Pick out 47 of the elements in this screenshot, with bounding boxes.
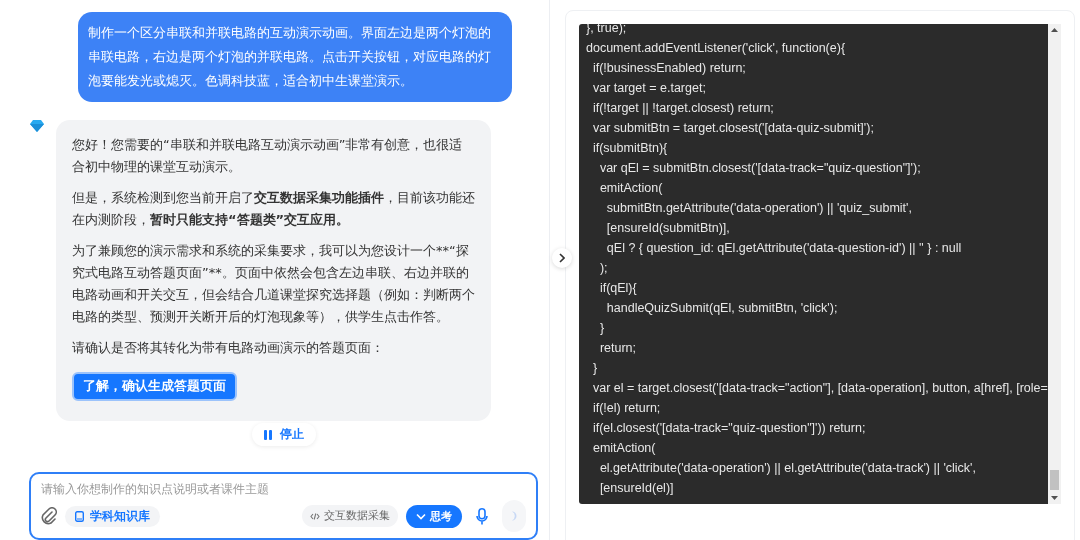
message-paragraph: 但是，系统检测到您当前开启了交互数据采集功能插件，目前该功能还在内测阶段，暂时只能支持“答题类”交互应用。 <box>72 189 475 229</box>
code-line: handleQuizSubmit(qEl, submitBtn, 'click'); <box>605 300 839 317</box>
code-line: ); <box>598 260 609 277</box>
code-line: submitBtn.getAttribute('data-operation') || 'quiz_submit', <box>605 200 913 217</box>
code-line: el.getAttribute('data-operation') || el.getAttribute('data-track') || 'click', <box>598 460 977 477</box>
code-line: var target = e.target; <box>591 80 707 97</box>
code-line: if(submitBtn){ <box>591 140 669 157</box>
code-line: document.addEventListener('click', function(e){ <box>586 40 847 57</box>
code-line: var submitBtn = target.closest('[data-quiz-submit]'); <box>591 120 875 137</box>
message-paragraph: 请确认是否将其转化为带有电路动画演示的答题页面： <box>72 339 385 357</box>
code-icon <box>310 511 320 521</box>
think-toggle-button[interactable]: 思考 <box>406 504 462 528</box>
code-line: var qEl = submitBtn.closest('[data-track="quiz-question"]'); <box>598 160 922 177</box>
data-collection-chip[interactable]: 交互数据采集 <box>302 505 398 527</box>
message-paragraph: 您好！您需要的“串联和并联电路互动演示动画”非常有创意，也很适合初中物理的课堂互动演示。 <box>72 136 464 176</box>
code-line: if(el.closest('[data-track="quiz-question"]')) return; <box>591 420 867 437</box>
prompt-input-box[interactable]: 请输入你想制作的知识点说明或者课件主题 学科知识库 交互数据采集 思考 <box>29 472 538 540</box>
message-paragraph: 为了兼顾您的演示需求和系统的采集要求，我可以为您设计一个**“探究式电路互动答题页面”**。页面中依然会包含左边串联、右边并联的电路动画和开关交互，但会结合几道课堂探究选择题（例如：判断两个电路的类型、预测开关断开后的灯泡现象等），供学生点击作答。 <box>72 242 475 326</box>
book-icon <box>75 510 84 522</box>
code-line: } <box>598 320 606 337</box>
code-line: var el = target.closest('[data-track="action"], [data-operation], button, a[href], [role= <box>591 380 1048 397</box>
scroll-up-icon[interactable] <box>1051 28 1058 32</box>
knowledge-base-chip[interactable]: 学科知识库 <box>65 505 160 527</box>
code-line: [ensureId(submitBtn)], <box>605 220 731 237</box>
code-line: emitAction( <box>598 180 664 197</box>
code-line: } <box>591 360 599 377</box>
code-line: qEl ? { question_id: qEl.getAttribute('data-question-id') || '' } : null <box>605 240 963 257</box>
scroll-down-icon[interactable] <box>1051 496 1058 500</box>
scrollbar[interactable] <box>1048 24 1061 504</box>
code-line: if(!businessEnabled) return; <box>591 60 747 77</box>
chevron-down-icon <box>416 512 426 520</box>
attachment-icon[interactable] <box>41 507 57 525</box>
stop-button[interactable]: 停止 <box>251 423 316 446</box>
crescent-icon <box>511 511 517 521</box>
code-line: if(!el) return; <box>591 400 662 417</box>
confirm-button[interactable]: 了解，确认生成答题页面 <box>72 372 237 401</box>
pause-icon <box>263 429 272 440</box>
code-line: if(qEl){ <box>598 280 638 297</box>
user-message: 制作一个区分串联和并联电路的互动演示动画。界面左边是两个灯泡的串联电路，右边是两个灯泡的并联电路。点击开关按钮，对应电路的灯泡要能发光或熄灭。色调科技蓝，适合初中生课堂演示。 <box>78 12 512 102</box>
diamond-icon <box>30 120 44 132</box>
scrollbar-thumb[interactable] <box>1050 470 1059 490</box>
code-line: emitAction( <box>591 440 657 457</box>
expand-panel-button[interactable] <box>552 248 572 268</box>
chevron-right-icon <box>559 253 565 263</box>
code-line: if(!target || !target.closest) return; <box>591 100 775 117</box>
code-line: return; <box>598 340 638 357</box>
code-line: [ensureId(el)] <box>598 480 675 497</box>
